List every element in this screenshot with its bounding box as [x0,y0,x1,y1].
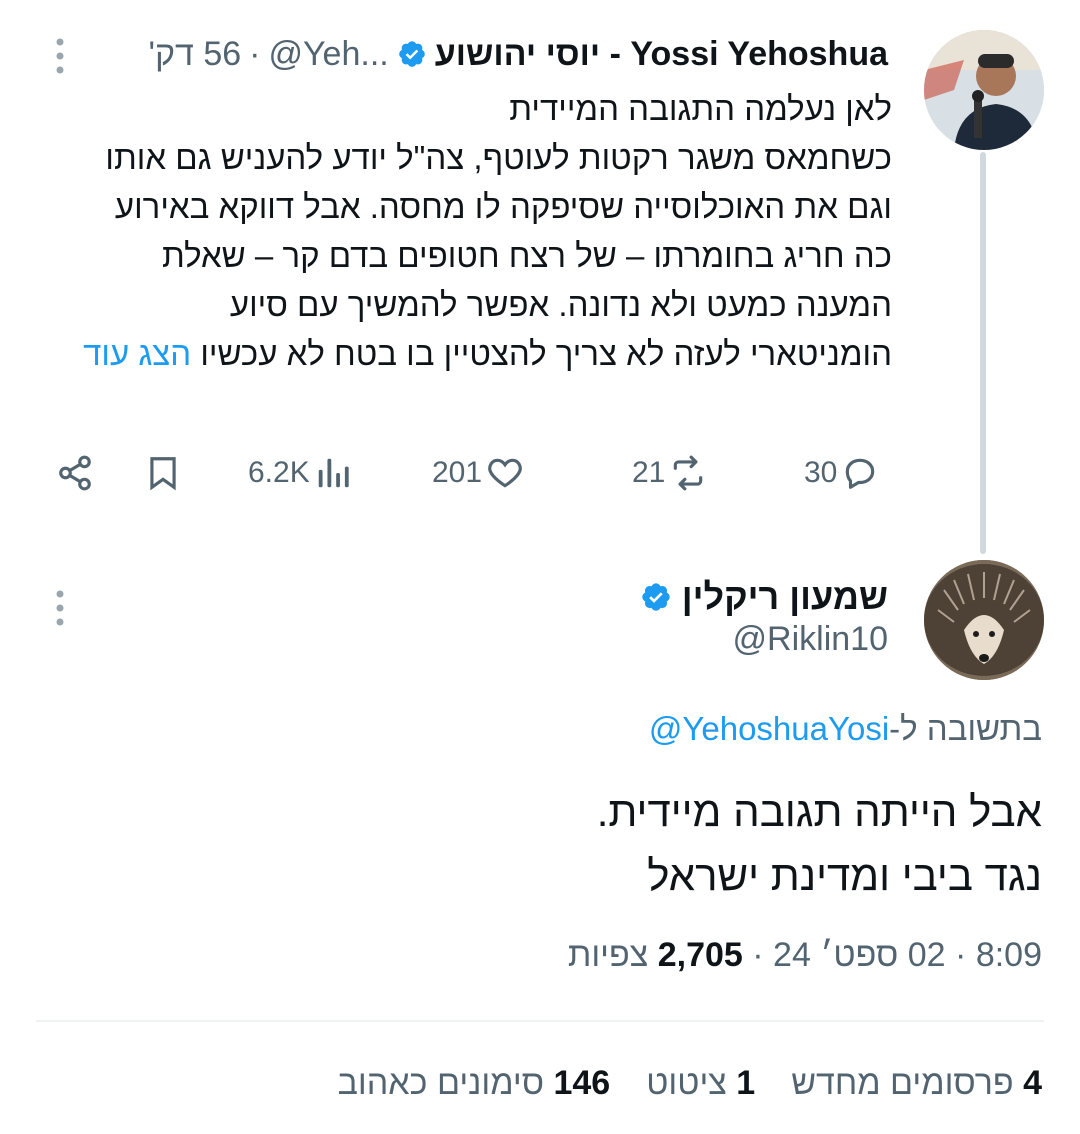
views-button[interactable]: 6.2K [248,446,352,500]
repost-icon [674,455,703,491]
tweet1-line: כה חריג בחומרתו – של רצח חטופים בדם קר –… [161,237,892,274]
heart-icon [488,458,522,488]
tweet2-line: נגד ביבי ומדינת ישראל [647,852,1042,899]
tweet1-author-name[interactable]: Yossi Yehoshua - יוסי יהושוע [435,35,888,74]
likes-label: סימונים כאהוב [337,1064,545,1102]
show-more-link[interactable]: הצג עוד [83,335,191,372]
reply-to-line: בתשובה ל-@YehoshuaYosi [649,710,1042,748]
repost-count: 21 [632,456,666,489]
tweet2-date[interactable]: 02 ספט׳ 24 [773,936,946,974]
reposts-count: 4 [1023,1064,1042,1102]
reply-to-prefix: בתשובה ל- [889,710,1042,747]
tweet2-body: אבל הייתה תגובה מיידית. נגד ביבי ומדינת … [42,780,1042,908]
repost-button[interactable]: 21 [632,446,707,500]
tweet2-timestamp-row: 8:09 · 02 ספט׳ 24 · 2,705 צפיות [568,936,1042,975]
verified-badge-icon [642,583,670,611]
tweet2-author-name[interactable]: שמעון ריקלין [682,576,888,618]
tweet2-stats-row: 4 פרסומים מחדש 1 ציטוט 146 סימונים כאהוב [338,1064,1042,1103]
bookmark-icon [150,457,176,491]
reply-count: 30 [804,456,838,489]
reply-bubble-icon [846,458,875,489]
tweet2-line: אבל הייתה תגובה מיידית. [596,788,1042,835]
thread-line [980,152,986,554]
avatar-tweet1[interactable] [924,30,1044,150]
divider [36,1020,1044,1022]
avatar-photo-person-icon [924,30,1044,150]
tweet1-header: Yossi Yehoshua - יוסי יהושוע @Yeh... · 5… [148,34,888,74]
tweet1-line: המענה כמעט ולא נדונה. אפשר להמשיך עם סיו… [229,286,892,323]
quotes-count: 1 [736,1064,756,1102]
tweet1-line: כשחמאס משגר רקטות לעוטף, צה"ל יודע להעני… [105,139,892,176]
reply-to-mention-link[interactable]: @YehoshuaYosi [649,710,889,747]
tweet1-handle[interactable]: @Yeh... [268,35,388,74]
reposts-label: פרסומים מחדש [791,1064,1014,1102]
separator-dot: · [742,936,764,974]
separator-dot: · [249,34,261,73]
avatar-tweet2[interactable] [924,560,1044,680]
like-button[interactable]: 201 [432,446,524,500]
views-count: 6.2K [248,456,310,489]
tweet2-time[interactable]: 8:09 [976,936,1042,974]
quotes-label: ציטוט [646,1064,727,1102]
more-options-icon[interactable] [56,588,64,628]
tweet1-line-last: הומניטארי לעזה לא צריך להצטיין בו בטח לא… [72,329,892,378]
separator-dot: · [945,936,967,974]
likes-count: 146 [553,1064,611,1102]
avatar-photo-hedgehog-icon [924,560,1044,680]
views-chart-icon [318,458,349,488]
tweet1-line: הומניטארי לעזה לא צריך להצטיין בו בטח לא… [200,335,892,372]
share-button[interactable] [56,446,94,500]
tweet2-handle[interactable]: @Riklin10 [733,620,888,659]
tweet1-body: לאן נעלמה התגובה המיידית כשחמאס משגר רקט… [72,84,892,378]
tweet1-line: וגם את האוכלוסייה שסיפקה לו מחסה. אבל דו… [114,188,892,225]
reposts-stat[interactable]: 4 פרסומים מחדש [791,1064,1042,1103]
tweet2-views-count: 2,705 [657,936,743,974]
likes-stat[interactable]: 146 סימונים כאהוב [338,1064,611,1103]
more-options-icon[interactable] [56,36,64,76]
bookmark-button[interactable] [144,446,182,500]
tweet1-action-bar: 6.2K 201 21 30 [56,446,896,500]
like-count: 201 [432,456,483,489]
quotes-stat[interactable]: 1 ציטוט [646,1064,755,1103]
tweet2-author[interactable]: שמעון ריקלין [640,574,888,620]
verified-badge-icon [398,41,425,67]
reply-button[interactable]: 30 [804,446,879,500]
tweet1-line: לאן נעלמה התגובה המיידית [509,90,892,127]
tweet2-views-label: צפיות [567,936,649,974]
share-icon [59,455,91,491]
tweet1-time[interactable]: 56 דק' [148,35,241,74]
